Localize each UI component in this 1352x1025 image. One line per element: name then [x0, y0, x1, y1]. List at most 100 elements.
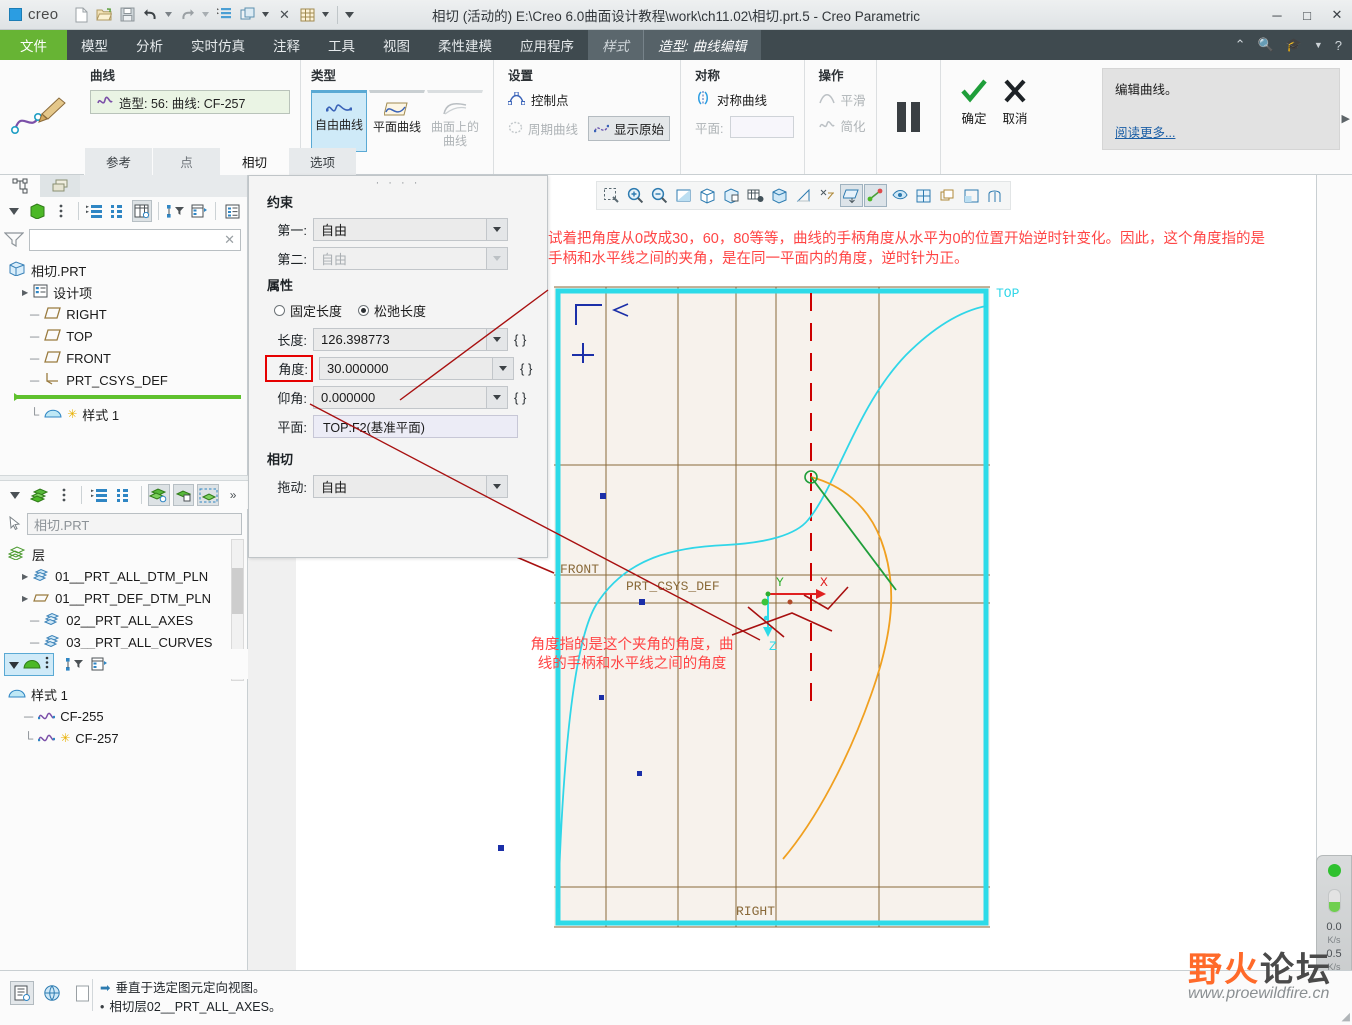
tree-item-csys[interactable]: ─ PRT_CSYS_DEF — [8, 369, 247, 391]
layer-item[interactable]: ▶ 01__PRT_ALL_DTM_PLN — [8, 565, 248, 587]
tree-filter-icon[interactable] — [63, 653, 85, 675]
network-monitor-widget[interactable]: 0.0 K/s 0.5 K/s — [1316, 855, 1352, 985]
symmetry-curve-row[interactable]: 对称曲线 — [695, 90, 793, 109]
tree-display-icon[interactable] — [222, 200, 243, 222]
zoom-in-icon[interactable] — [624, 184, 647, 207]
undo-icon[interactable] — [139, 4, 161, 26]
layer-view-icon[interactable] — [936, 184, 959, 207]
vdots-icon[interactable] — [45, 656, 49, 672]
style-root[interactable]: 样式 1 — [8, 683, 248, 705]
expand-arrow-icon[interactable]: ▶ — [22, 572, 28, 581]
undo-dropdown-icon[interactable] — [162, 4, 175, 26]
layer-tree-tab[interactable] — [40, 175, 80, 197]
list-collapse-icon[interactable] — [113, 484, 135, 506]
style-tree-active[interactable] — [4, 652, 54, 676]
tab-file[interactable]: 文件 — [0, 30, 67, 60]
plane-display-icon[interactable] — [840, 184, 863, 207]
free-curve-button[interactable]: 自由曲线 — [311, 90, 367, 152]
new-file-icon[interactable] — [70, 4, 92, 26]
chevron-right-icon[interactable]: » — [222, 484, 244, 506]
blank-page-icon[interactable] — [70, 981, 94, 1005]
cancel-button[interactable]: 取消 — [1002, 78, 1028, 127]
close-button[interactable]: ✕ — [1322, 0, 1352, 30]
list-expand-icon[interactable] — [88, 484, 110, 506]
saved-views-icon[interactable] — [720, 184, 743, 207]
minimize-button[interactable]: ─ — [1262, 0, 1292, 30]
vdots-icon[interactable] — [51, 200, 72, 222]
close-window-icon[interactable]: ✕ — [273, 4, 295, 26]
point-axis-display-icon[interactable] — [864, 184, 887, 207]
tab-tools[interactable]: 工具 — [314, 30, 369, 60]
dialog-grip[interactable]: · · · · — [249, 176, 547, 190]
tab-annotate[interactable]: 注释 — [259, 30, 314, 60]
model-tree-search-input[interactable]: ✕ — [29, 229, 241, 251]
layer-item[interactable]: ▶ 01__PRT_DEF_DTM_PLN — [8, 587, 248, 609]
question-icon[interactable]: ? — [1335, 38, 1342, 53]
angle-input[interactable]: 30.000000 — [319, 357, 514, 380]
tab-model[interactable]: 模型 — [67, 30, 122, 60]
tab-curve-edit[interactable]: 造型: 曲线编辑 — [643, 30, 761, 60]
pause-button[interactable] — [875, 60, 940, 174]
tree-item-top[interactable]: ─ TOP — [8, 325, 247, 347]
redo-icon[interactable] — [176, 4, 198, 26]
symmetry-plane-input[interactable] — [729, 116, 794, 138]
plane-collector[interactable]: TOP:F2(基准平面) — [313, 415, 518, 438]
list-expand-icon[interactable] — [85, 200, 106, 222]
window-icon[interactable] — [236, 4, 258, 26]
grid-icon[interactable] — [296, 4, 318, 26]
help-expand-icon[interactable]: ▶ — [1342, 112, 1350, 125]
redo-dropdown-icon[interactable] — [199, 4, 212, 26]
datum-display-icon[interactable] — [816, 184, 839, 207]
tree-root-part[interactable]: 相切.PRT — [8, 259, 247, 281]
tangency-dialog[interactable]: · · · · 约束 第一: 自由 第二: 自由 属性 固定长度 松弛长度 长度… — [248, 175, 548, 558]
vdots-icon[interactable] — [54, 484, 76, 506]
tab-applications[interactable]: 应用程序 — [506, 30, 588, 60]
tree-item-style-1[interactable]: └ ✳ 样式 1 — [8, 403, 247, 425]
caret-down-icon[interactable] — [9, 657, 19, 672]
globe-icon[interactable] — [40, 981, 64, 1005]
tree-item-design-items[interactable]: ▶ 设计项 — [8, 281, 247, 303]
expand-arrow-icon[interactable]: ▶ — [22, 594, 28, 603]
grid-dropdown-icon[interactable] — [319, 4, 332, 26]
refit-icon[interactable] — [672, 184, 695, 207]
resize-grip[interactable]: ◢ — [1342, 1010, 1350, 1023]
subtab-tangency[interactable]: 相切 — [220, 148, 288, 175]
window-dropdown-icon[interactable] — [259, 4, 272, 26]
clear-icon[interactable]: ✕ — [224, 232, 235, 248]
elevation-input[interactable]: 0.000000 — [313, 386, 508, 409]
tree-filter-icon[interactable] — [165, 200, 186, 222]
layers-stack-icon[interactable] — [29, 484, 51, 506]
tab-view[interactable]: 视图 — [369, 30, 424, 60]
reorient-icon[interactable] — [696, 184, 719, 207]
first-constraint-combo[interactable]: 自由 — [313, 218, 508, 241]
length-input[interactable]: 126.398773 — [313, 328, 508, 351]
maximize-button[interactable]: □ — [1292, 0, 1322, 30]
tab-live-simulation[interactable]: 实时仿真 — [177, 30, 259, 60]
tab-style[interactable]: 样式 — [588, 30, 643, 60]
style-curve-item[interactable]: ─ CF-255 — [8, 705, 248, 727]
perspective-icon[interactable] — [984, 184, 1007, 207]
insert-here-indicator[interactable] — [14, 393, 241, 401]
tab-flexible-modeling[interactable]: 柔性建模 — [424, 30, 506, 60]
edge-display-icon[interactable] — [792, 184, 815, 207]
layer-root[interactable]: 层 — [7, 543, 248, 565]
display-style-icon[interactable] — [768, 184, 791, 207]
layer-isolate-icon[interactable] — [172, 484, 195, 506]
length-relation-button[interactable]: { } — [514, 332, 526, 347]
elevation-relation-button[interactable]: { } — [514, 390, 526, 405]
view-manager-icon[interactable] — [744, 184, 767, 207]
tree-settings-icon[interactable] — [88, 653, 110, 675]
help-center-icon[interactable]: 🎓 — [1286, 37, 1302, 53]
search-icon[interactable]: 🔍 — [1257, 37, 1273, 53]
tree-item-front[interactable]: ─ FRONT — [8, 347, 247, 369]
regenerate-icon[interactable] — [213, 4, 235, 26]
chevron-down-icon[interactable] — [486, 387, 507, 408]
layer-select-icon[interactable] — [197, 484, 220, 506]
curve-collector[interactable]: 造型: 56: 曲线: CF-257 — [90, 90, 290, 114]
angle-relation-button[interactable]: { } — [520, 361, 532, 376]
subtab-points[interactable]: 点 — [152, 148, 220, 175]
show-original-button[interactable]: 显示原始 — [588, 116, 671, 141]
layer-scope-input[interactable]: 相切.PRT — [27, 513, 242, 535]
drag-combo[interactable]: 自由 — [313, 475, 508, 498]
chevron-down-icon[interactable] — [486, 219, 507, 240]
